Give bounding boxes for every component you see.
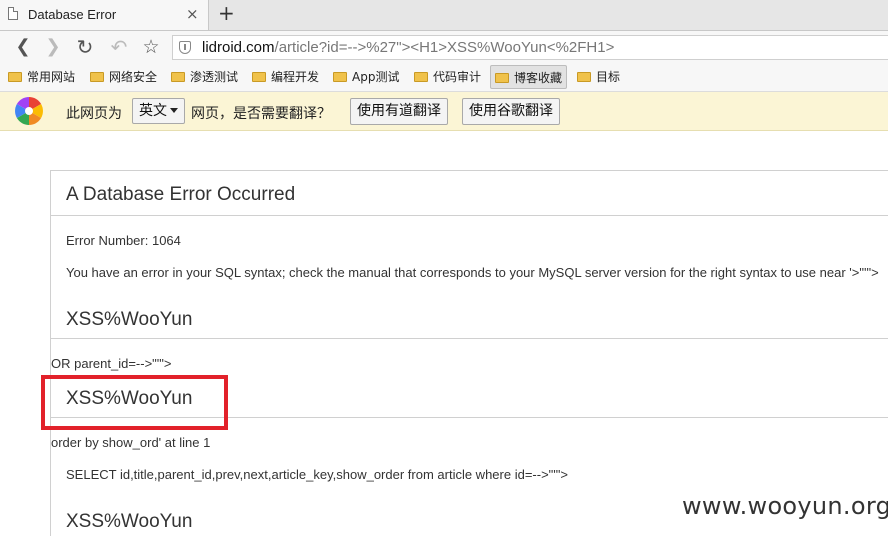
tab-database-error[interactable]: Database Error × <box>0 0 209 30</box>
shield-icon[interactable] <box>179 41 191 54</box>
bookmark-folder-7[interactable]: 博客收藏 <box>490 65 568 89</box>
url-host: lidroid.com <box>202 39 275 56</box>
bookmark-label: 常用网站 <box>27 70 76 84</box>
translate-prefix: 此网页为 <box>66 106 122 122</box>
tab-title: Database Error <box>28 7 117 22</box>
undo-button[interactable]: ↶ <box>108 36 130 58</box>
new-tab-button[interactable]: + <box>218 1 235 25</box>
dropdown-arrow-icon <box>170 108 178 113</box>
reload-button[interactable]: ↻ <box>74 36 96 58</box>
translate-suffix: 网页，是否需要翻译？ <box>191 106 331 122</box>
folder-icon <box>414 72 428 82</box>
bookmark-label: 网络安全 <box>109 70 158 84</box>
page-title: A Database Error Occurred <box>66 184 296 205</box>
bookmark-label: 渗透测试 <box>190 70 239 84</box>
back-button[interactable]: ❮ <box>12 36 34 58</box>
folder-icon <box>495 73 509 83</box>
injected-heading-3: XSS%WooYun <box>66 511 193 532</box>
watermark: www.wooyun.org <box>682 492 888 520</box>
folder-icon <box>171 72 185 82</box>
page-icon <box>8 7 18 20</box>
language-value: 英文 <box>139 103 167 119</box>
folder-icon <box>577 72 591 82</box>
error-number: Error Number: 1064 <box>66 233 181 248</box>
folder-icon <box>252 72 266 82</box>
bookmark-folder-5[interactable]: App测试 <box>333 65 399 89</box>
url-text[interactable]: lidroid.com/article?id=-->%27"><H1>XSS%W… <box>202 39 614 56</box>
youdao-translate-button[interactable]: 使用有道翻译 <box>350 98 448 125</box>
bookmark-folder-6[interactable]: 代码审计 <box>414 65 481 89</box>
folder-icon <box>90 72 104 82</box>
forward-button[interactable]: ❯ <box>42 36 64 58</box>
bookmark-label: 目标 <box>596 70 621 84</box>
language-select[interactable]: 英文 <box>132 98 185 124</box>
reload-icon: ↻ <box>76 35 94 59</box>
bookmark-folder-2[interactable]: 网络安全 <box>90 65 157 89</box>
error-message: You have an error in your SQL syntax; ch… <box>66 265 879 280</box>
injected-heading-1: XSS%WooYun <box>66 309 193 330</box>
header-divider <box>51 215 888 216</box>
url-path: /article?id=-->%27"><H1>XSS%WooYun<%2FH1… <box>274 39 615 56</box>
google-translate-button[interactable]: 使用谷歌翻译 <box>462 98 560 125</box>
undo-icon: ↶ <box>110 35 128 59</box>
back-icon: ❮ <box>15 36 31 57</box>
divider-1 <box>51 338 888 339</box>
order-by-text: order by show_ord' at line 1 <box>51 435 211 450</box>
folder-icon <box>8 72 22 82</box>
bookmark-label: 代码审计 <box>433 70 482 84</box>
bookmark-folder-3[interactable]: 渗透测试 <box>171 65 238 89</box>
select-query: SELECT id,title,parent_id,prev,next,arti… <box>66 467 568 482</box>
bookmark-folder-8[interactable]: 目标 <box>577 65 620 89</box>
folder-icon <box>333 72 347 82</box>
translate-logo-icon <box>15 97 43 125</box>
bookmark-folder-1[interactable]: 常用网站 <box>8 65 75 89</box>
bookmark-star-button[interactable]: ☆ <box>140 36 162 58</box>
star-icon: ☆ <box>142 36 160 58</box>
tab-close-button[interactable]: × <box>186 5 199 23</box>
bookmark-label: 博客收藏 <box>514 71 563 85</box>
bookmark-label: 编程开发 <box>271 70 320 84</box>
highlight-box <box>41 375 228 430</box>
bookmark-label: App测试 <box>352 70 400 84</box>
or-parent-text: OR parent_id=-->"'"> <box>51 356 172 371</box>
bookmark-folder-4[interactable]: 编程开发 <box>252 65 319 89</box>
forward-icon: ❯ <box>45 36 61 57</box>
